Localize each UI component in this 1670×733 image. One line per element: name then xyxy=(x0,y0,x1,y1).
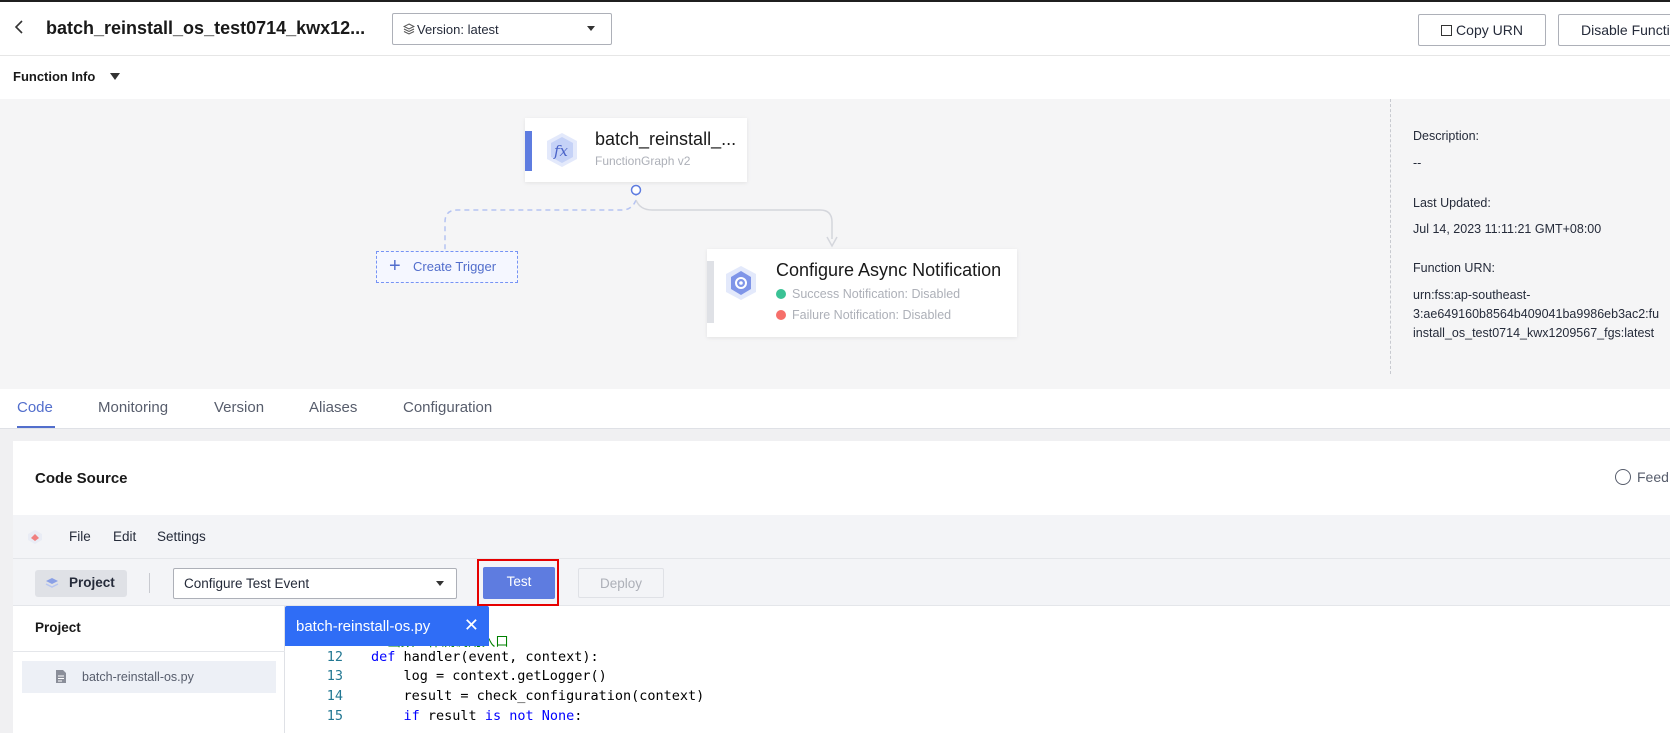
function-info-bar[interactable]: Function Info xyxy=(0,57,1670,99)
function-node[interactable]: fx batch_reinstall_... FunctionGraph v2 xyxy=(525,118,747,182)
details-divider xyxy=(1390,99,1391,374)
project-file-item[interactable]: batch-reinstall-os.py xyxy=(22,661,276,693)
deploy-button[interactable]: Deploy xyxy=(578,568,664,598)
smile-icon xyxy=(1615,469,1631,485)
disable-function-label: Disable Functio xyxy=(1581,22,1670,38)
code-line: 14 result = check_configuration(context) xyxy=(285,688,705,708)
active-tab-indicator xyxy=(17,426,55,428)
function-tabs: Code Monitoring Version Aliases Configur… xyxy=(0,389,1670,429)
plus-icon: + xyxy=(389,255,401,277)
description-value: -- xyxy=(1413,156,1422,170)
success-notification-status: Success Notification: Disabled xyxy=(776,287,960,301)
project-toggle-label: Project xyxy=(69,575,115,590)
create-trigger-button[interactable]: + Create Trigger xyxy=(376,251,518,283)
test-button[interactable]: Test xyxy=(483,567,555,599)
node-accent-bar xyxy=(707,261,714,323)
tab-version[interactable]: Version xyxy=(214,399,264,416)
async-notification-node[interactable]: Configure Async Notification Success Not… xyxy=(707,249,1017,337)
version-select[interactable]: Version: latest xyxy=(392,13,612,45)
description-label: Description: xyxy=(1413,129,1479,143)
project-file-name: batch-reinstall-os.py xyxy=(82,670,194,684)
copy-urn-button[interactable]: Copy URN xyxy=(1418,14,1546,46)
function-fx-icon: fx xyxy=(547,133,577,167)
tab-monitoring[interactable]: Monitoring xyxy=(98,399,168,416)
code-source-title: Code Source xyxy=(35,470,128,487)
line-code: if result is not None: xyxy=(403,708,583,724)
function-node-name: batch_reinstall_... xyxy=(595,129,737,149)
code-line: 15 if result is not None: xyxy=(285,708,583,728)
test-event-select[interactable]: Configure Test Event xyxy=(173,568,457,599)
menu-settings[interactable]: Settings xyxy=(157,529,206,544)
test-event-value: Configure Test Event xyxy=(184,576,310,591)
project-pane: Project batch-reinstall-os.py xyxy=(13,606,285,733)
copy-urn-label: Copy URN xyxy=(1456,22,1523,38)
editor-file-tab[interactable]: batch-reinstall-os.py ✕ xyxy=(285,606,489,646)
line-number: 12 xyxy=(326,649,343,665)
status-dot-icon xyxy=(776,310,786,320)
line-code: def handler(event, context): xyxy=(371,649,599,665)
function-urn-line-3: install_os_test0714_kwx1209567_fgs:lates… xyxy=(1413,326,1655,340)
last-updated-label: Last Updated: xyxy=(1413,196,1491,210)
project-pane-divider xyxy=(13,651,285,652)
project-icon xyxy=(45,578,59,588)
function-node-type: FunctionGraph v2 xyxy=(595,154,691,168)
ide-menubar: File Edit Settings xyxy=(13,515,1670,559)
function-urn-line-2: 3:ae649160b8564b409041ba9986eb3ac2:fu xyxy=(1413,307,1660,321)
line-code: result = check_configuration(context) xyxy=(371,688,705,704)
chevron-left-icon[interactable] xyxy=(14,18,24,41)
caret-down-icon xyxy=(436,581,444,586)
disable-function-button[interactable]: Disable Functio xyxy=(1558,14,1670,46)
line-number: 14 xyxy=(326,688,343,704)
tab-configuration[interactable]: Configuration xyxy=(403,399,492,416)
editor-file-tab-label: batch-reinstall-os.py xyxy=(296,618,431,635)
last-updated-value: Jul 14, 2023 11:11:21 GMT+08:00 xyxy=(1413,222,1602,236)
line-number: 13 xyxy=(326,668,343,684)
ide-toolbar: Project Configure Test Event Test Deploy xyxy=(13,559,1670,606)
copy-icon xyxy=(1441,25,1453,36)
code-line: 12 def handler(event, context): xyxy=(285,649,599,669)
function-flow-canvas: fx batch_reinstall_... FunctionGraph v2 … xyxy=(0,99,1670,389)
failure-notification-text: Failure Notification: Disabled xyxy=(792,308,952,322)
project-pane-title: Project xyxy=(35,620,81,635)
create-trigger-label: Create Trigger xyxy=(413,259,497,274)
function-name-title: batch_reinstall_os_test0714_kwx12... xyxy=(46,18,366,38)
code-source-panel: Code Source Feed File Edit Settings Proj… xyxy=(13,441,1670,733)
failure-notification-status: Failure Notification: Disabled xyxy=(776,308,951,322)
toolbar-divider xyxy=(149,573,150,593)
caret-down-icon[interactable] xyxy=(110,73,120,80)
feedback-label: Feed xyxy=(1637,469,1669,485)
file-icon xyxy=(56,670,66,683)
function-urn-line-1: urn:fss:ap-southeast- xyxy=(1413,288,1531,302)
feedback-button[interactable]: Feed xyxy=(1615,469,1669,485)
tab-aliases[interactable]: Aliases xyxy=(309,399,357,416)
node-accent-bar xyxy=(525,131,532,171)
menu-edit[interactable]: Edit xyxy=(113,529,136,544)
caret-down-icon xyxy=(587,26,595,31)
ide-logo-icon xyxy=(28,530,42,544)
menu-file[interactable]: File xyxy=(69,529,91,544)
code-editor[interactable]: 11# 函数工作流调用入口 12def handler(event, conte… xyxy=(285,606,1670,733)
function-urn-label: Function URN: xyxy=(1413,261,1495,275)
function-info-label: Function Info xyxy=(13,69,96,84)
line-code: log = context.getLogger() xyxy=(371,668,607,684)
svg-text:fx: fx xyxy=(553,142,569,160)
line-number: 15 xyxy=(326,708,343,724)
code-line: 13 log = context.getLogger() xyxy=(285,668,607,688)
async-notification-icon xyxy=(726,266,756,300)
layers-icon xyxy=(403,23,415,35)
project-toggle-button[interactable]: Project xyxy=(35,570,127,597)
status-dot-icon xyxy=(776,289,786,299)
success-notification-text: Success Notification: Disabled xyxy=(792,287,961,301)
page-header: batch_reinstall_os_test0714_kwx12... Ver… xyxy=(0,2,1670,56)
async-node-title: Configure Async Notification xyxy=(776,260,1002,280)
version-select-value: Version: latest xyxy=(417,22,499,37)
tab-code[interactable]: Code xyxy=(17,399,53,416)
close-icon[interactable]: ✕ xyxy=(464,615,479,636)
